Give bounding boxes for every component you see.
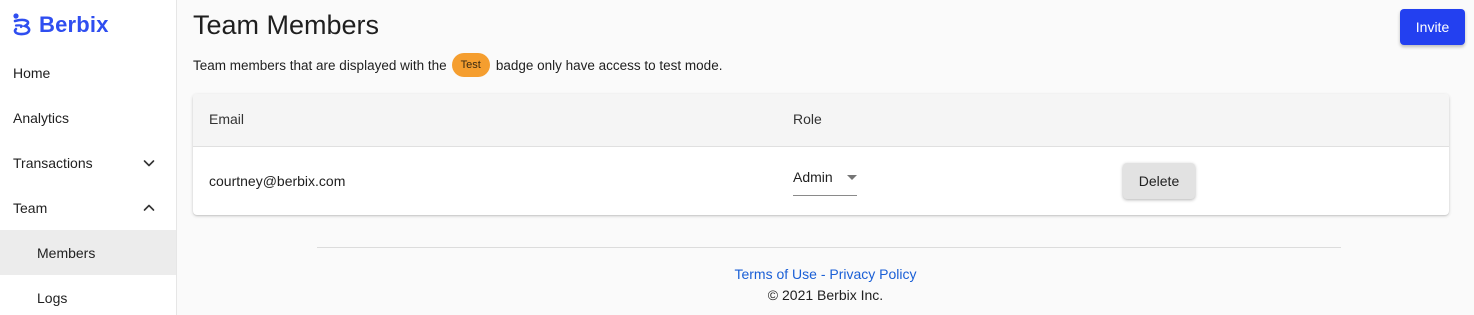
role-select[interactable]: Admin bbox=[793, 169, 857, 196]
terms-of-use-link[interactable]: Terms of Use bbox=[734, 266, 816, 282]
sidebar-item-logs[interactable]: Logs bbox=[0, 275, 176, 315]
page-title: Team Members bbox=[193, 10, 380, 40]
footer-divider bbox=[317, 247, 1341, 248]
footer-links: Terms of Use - Privacy Policy bbox=[177, 266, 1474, 282]
sidebar-item-label: Members bbox=[37, 244, 96, 261]
test-badge: Test bbox=[451, 53, 490, 77]
invite-button[interactable]: Invite bbox=[1400, 9, 1465, 45]
sidebar-item-label: Team bbox=[13, 199, 48, 216]
sidebar-item-members[interactable]: Members bbox=[0, 230, 176, 275]
role-select-value: Admin bbox=[793, 169, 833, 185]
delete-button[interactable]: Delete bbox=[1123, 163, 1195, 199]
sidebar-item-analytics[interactable]: Analytics bbox=[0, 95, 176, 140]
brand-name: Berbix bbox=[39, 12, 109, 37]
info-text: Team members that are displayed with the… bbox=[193, 53, 722, 77]
info-text-after: badge only have access to test mode. bbox=[495, 57, 723, 73]
sidebar-item-label: Transactions bbox=[13, 154, 93, 171]
dropdown-caret-icon bbox=[846, 175, 857, 180]
app: Berbix Home Analytics Transactions Team … bbox=[0, 0, 1474, 315]
chevron-down-icon bbox=[142, 156, 156, 170]
copyright: © 2021 Berbix Inc. bbox=[767, 287, 884, 303]
table-row: courtney@berbix.com Admin Delete bbox=[193, 147, 1449, 215]
sidebar-item-label: Home bbox=[13, 64, 51, 81]
berbix-logo-icon bbox=[12, 12, 34, 38]
info-text-before: Team members that are displayed with the bbox=[193, 57, 447, 73]
footer-separator: - bbox=[820, 266, 826, 282]
chevron-up-icon bbox=[142, 201, 156, 215]
privacy-policy-link[interactable]: Privacy Policy bbox=[829, 266, 916, 282]
member-email: courtney@berbix.com bbox=[209, 173, 346, 189]
table-header: Email Role bbox=[193, 94, 1449, 147]
column-header-role: Role bbox=[793, 111, 822, 127]
main-content: Team Members Invite Team members that ar… bbox=[177, 0, 1474, 315]
logo[interactable]: Berbix bbox=[12, 10, 109, 40]
members-table: Email Role courtney@berbix.com Admin Del… bbox=[193, 94, 1449, 215]
sidebar-item-label: Logs bbox=[37, 289, 68, 306]
sidebar: Berbix Home Analytics Transactions Team … bbox=[0, 0, 177, 315]
column-header-email: Email bbox=[209, 111, 245, 127]
sidebar-item-transactions[interactable]: Transactions bbox=[0, 140, 176, 185]
sidebar-item-team[interactable]: Team bbox=[0, 185, 176, 230]
sidebar-item-label: Analytics bbox=[13, 109, 70, 126]
sidebar-item-home[interactable]: Home bbox=[0, 50, 176, 95]
